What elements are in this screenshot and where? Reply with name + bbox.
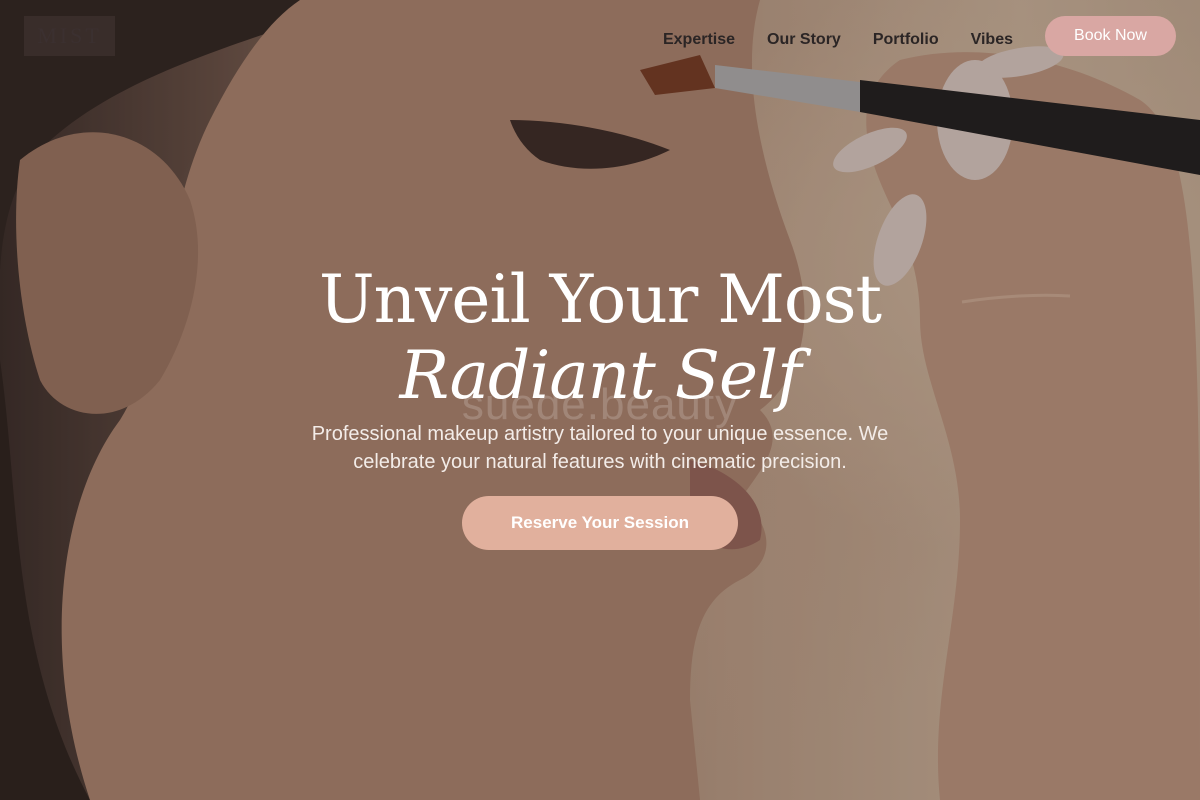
nav-link-vibes[interactable]: Vibes: [971, 31, 1013, 49]
hero-title-line1: Unveil Your Most: [319, 261, 882, 338]
main-nav: Expertise Our Story Portfolio Vibes Book…: [663, 16, 1176, 56]
hero-title-line2: Radiant Self: [399, 337, 801, 414]
book-now-button[interactable]: Book Now: [1045, 16, 1176, 56]
nav-link-our-story[interactable]: Our Story: [767, 31, 841, 49]
hero-subtitle: Professional makeup artistry tailored to…: [311, 423, 889, 473]
hero-section: MIST Expertise Our Story Portfolio Vibes…: [0, 0, 1200, 800]
nav-link-portfolio[interactable]: Portfolio: [873, 31, 939, 49]
nav-link-expertise[interactable]: Expertise: [663, 31, 735, 49]
brand-logo[interactable]: MIST: [24, 16, 115, 56]
hero-content: Unveil Your Most Radiant Self Profession…: [0, 262, 1200, 550]
reserve-session-button[interactable]: Reserve Your Session: [462, 496, 738, 550]
